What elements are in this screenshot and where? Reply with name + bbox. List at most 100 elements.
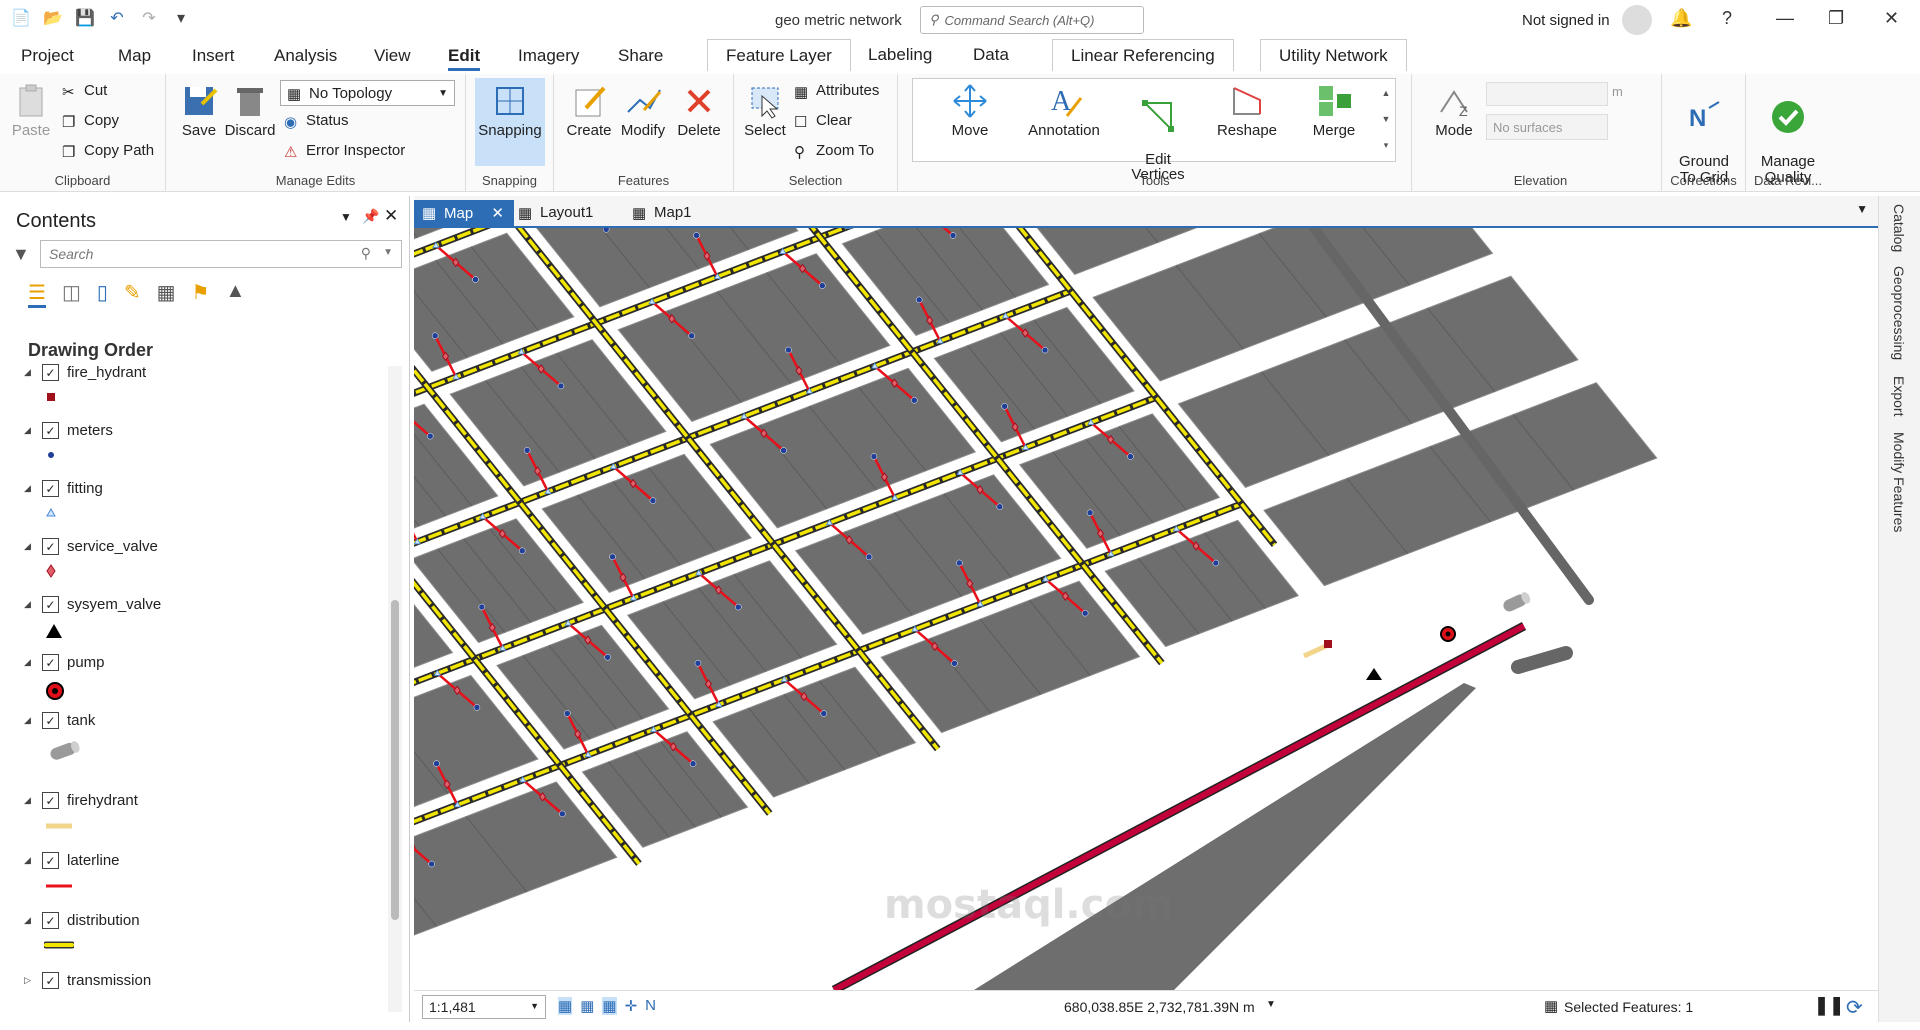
menu-map[interactable]: Map [118,46,151,66]
refresh-icon[interactable]: ⟳ [1846,995,1863,1020]
layer-distribution[interactable]: ◢ ✓ distribution [24,912,140,929]
layer-fitting[interactable]: ◢ ✓ fitting [24,480,103,497]
attributes-button[interactable]: ▦ Attributes [794,82,879,101]
save-project-icon[interactable]: 💾 [74,8,96,30]
layer-fire_hydrant[interactable]: ◢ ✓ fire_hydrant [24,364,146,381]
modify-button[interactable]: Modify [616,82,670,139]
expand-toggle-icon[interactable]: ◢ [24,855,34,866]
list-by-selection-icon[interactable]: ▯ [97,280,108,308]
grid-toggle-icon[interactable]: ▦ [580,997,594,1015]
merge-button[interactable]: Merge [1296,82,1372,139]
contents-search-input[interactable]: Search ⚲ ▼ [40,240,402,268]
topology-dropdown[interactable]: ▦ No Topology ▼ [280,80,455,106]
tab-utility-network[interactable]: Utility Network [1260,39,1407,71]
expand-toggle-icon[interactable]: ◢ [24,541,34,552]
mode-button[interactable]: Z Mode [1428,82,1480,139]
expand-toggle-icon[interactable]: ◢ [24,483,34,494]
list-by-drawing-order-icon[interactable]: ☰ [28,280,46,308]
layer-sysyem_valve[interactable]: ◢ ✓ sysyem_valve [24,596,161,613]
sign-in-status[interactable]: Not signed in [1522,12,1610,29]
save-button[interactable]: Save [176,82,222,139]
coordinate-format-icon[interactable]: ▼ [1266,999,1276,1010]
expand-toggle-icon[interactable]: ◢ [24,657,34,668]
expand-toggle-icon[interactable]: ◢ [24,425,34,436]
expand-toggle-icon[interactable]: ◢ [24,795,34,806]
correction-toggle-icon[interactable]: N [645,997,656,1015]
zoom-to-button[interactable]: ⚲ Zoom To [794,142,874,161]
menu-edit[interactable]: Edit [448,46,481,71]
layer-visibility-checkbox[interactable]: ✓ [42,792,59,809]
status-button[interactable]: ◉ Status [284,112,349,131]
layer-visibility-checkbox[interactable]: ✓ [42,972,59,989]
tab-map[interactable]: ▦ Map ✕ [414,200,514,226]
cut-button[interactable]: ✂ Cut [62,82,107,101]
customize-toolbar-icon[interactable]: ▾ [170,8,192,30]
copy-path-button[interactable]: ❐ Copy Path [62,142,154,161]
minimize-icon[interactable]: — [1776,8,1794,29]
copy-button[interactable]: ❐ Copy [62,112,119,131]
move-button[interactable]: Move [932,82,1008,139]
tab-data[interactable]: Data [955,39,1027,71]
layer-tank[interactable]: ◢ ✓ tank [24,712,95,729]
layer-visibility-checkbox[interactable]: ✓ [42,480,59,497]
command-search[interactable]: ⚲ Command Search (Alt+Q) [920,6,1144,34]
dynamic-constraints-icon[interactable]: ✛ [625,997,638,1015]
undo-icon[interactable]: ↶ [106,8,128,30]
map-view[interactable]: mostaql.com [414,228,1878,990]
expand-toggle-icon[interactable]: ◢ [24,715,34,726]
menu-project[interactable]: Project [21,46,74,66]
list-by-source-icon[interactable]: ◫ [62,280,81,308]
discard-button[interactable]: Discard [222,82,278,139]
list-by-editing-icon[interactable]: ✎ [124,280,141,308]
dock-tab-export[interactable]: Export [1891,376,1907,416]
tab-layout1[interactable]: ▦ Layout1 [510,200,603,226]
select-button[interactable]: Select [742,82,788,139]
menu-view[interactable]: View [374,46,411,66]
tab-options-icon[interactable]: ▼ [1856,202,1868,216]
reshape-button[interactable]: Reshape [1204,82,1290,139]
menu-analysis[interactable]: Analysis [274,46,337,66]
layer-visibility-checkbox[interactable]: ✓ [42,596,59,613]
layer-visibility-checkbox[interactable]: ✓ [42,852,59,869]
list-by-perspective-icon[interactable]: ▲ [225,280,245,308]
menu-share[interactable]: Share [618,46,663,66]
layer-pump[interactable]: ◢ ✓ pump [24,654,105,671]
pin-icon[interactable]: 📌 [362,208,379,225]
layer-firehydrant[interactable]: ◢ ✓ firehydrant [24,792,138,809]
manage-quality-button[interactable]: Manage Quality [1750,82,1826,186]
open-project-icon[interactable]: 📂 [42,8,64,30]
layer-transmission[interactable]: ▷ ✓ transmission [24,972,151,989]
tab-linear-referencing[interactable]: Linear Referencing [1052,39,1234,71]
snapping-button[interactable]: Snapping [475,78,545,166]
layer-visibility-checkbox[interactable]: ✓ [42,422,59,439]
gallery-scroll[interactable]: ▲ ▼ ▾ [1378,80,1394,160]
clear-button[interactable]: ☐ Clear [794,112,852,131]
annotation-button[interactable]: A Annotation [1016,82,1112,139]
new-project-icon[interactable]: 📄 [10,8,32,30]
redo-icon[interactable]: ↷ [138,8,160,30]
avatar[interactable] [1622,5,1652,35]
edit-vertices-button[interactable]: Edit Vertices [1120,82,1196,182]
expand-toggle-icon[interactable]: ◢ [24,915,34,926]
list-by-snapping-icon[interactable]: ▦ [157,280,176,308]
scale-dropdown[interactable]: 1:1,481 ▼ [422,995,546,1019]
expand-toggle-icon[interactable]: ◢ [24,367,34,378]
selected-features-count[interactable]: Selected Features: 1 [1564,999,1693,1015]
create-button[interactable]: Create [564,82,614,139]
dock-tab-modify-features[interactable]: Modify Features [1891,432,1907,532]
scrollbar-thumb[interactable] [391,600,399,920]
layer-service_valve[interactable]: ◢ ✓ service_valve [24,538,158,555]
contents-scrollbar[interactable] [388,366,402,1012]
menu-insert[interactable]: Insert [192,46,235,66]
layer-visibility-checkbox[interactable]: ✓ [42,712,59,729]
snapping-toggle-icon[interactable]: ▦ [558,997,573,1015]
paste-button[interactable]: Paste [10,82,52,139]
layer-visibility-checkbox[interactable]: ✓ [42,654,59,671]
help-icon[interactable]: ? [1722,8,1732,29]
expand-toggle-icon[interactable]: ◢ [24,599,34,610]
filter-icon[interactable]: ▼ [12,244,30,265]
layer-visibility-checkbox[interactable]: ✓ [42,364,59,381]
tab-labeling[interactable]: Labeling [850,39,950,71]
tab-feature-layer[interactable]: Feature Layer [707,39,851,71]
pane-options-icon[interactable]: ▼ [340,210,352,224]
